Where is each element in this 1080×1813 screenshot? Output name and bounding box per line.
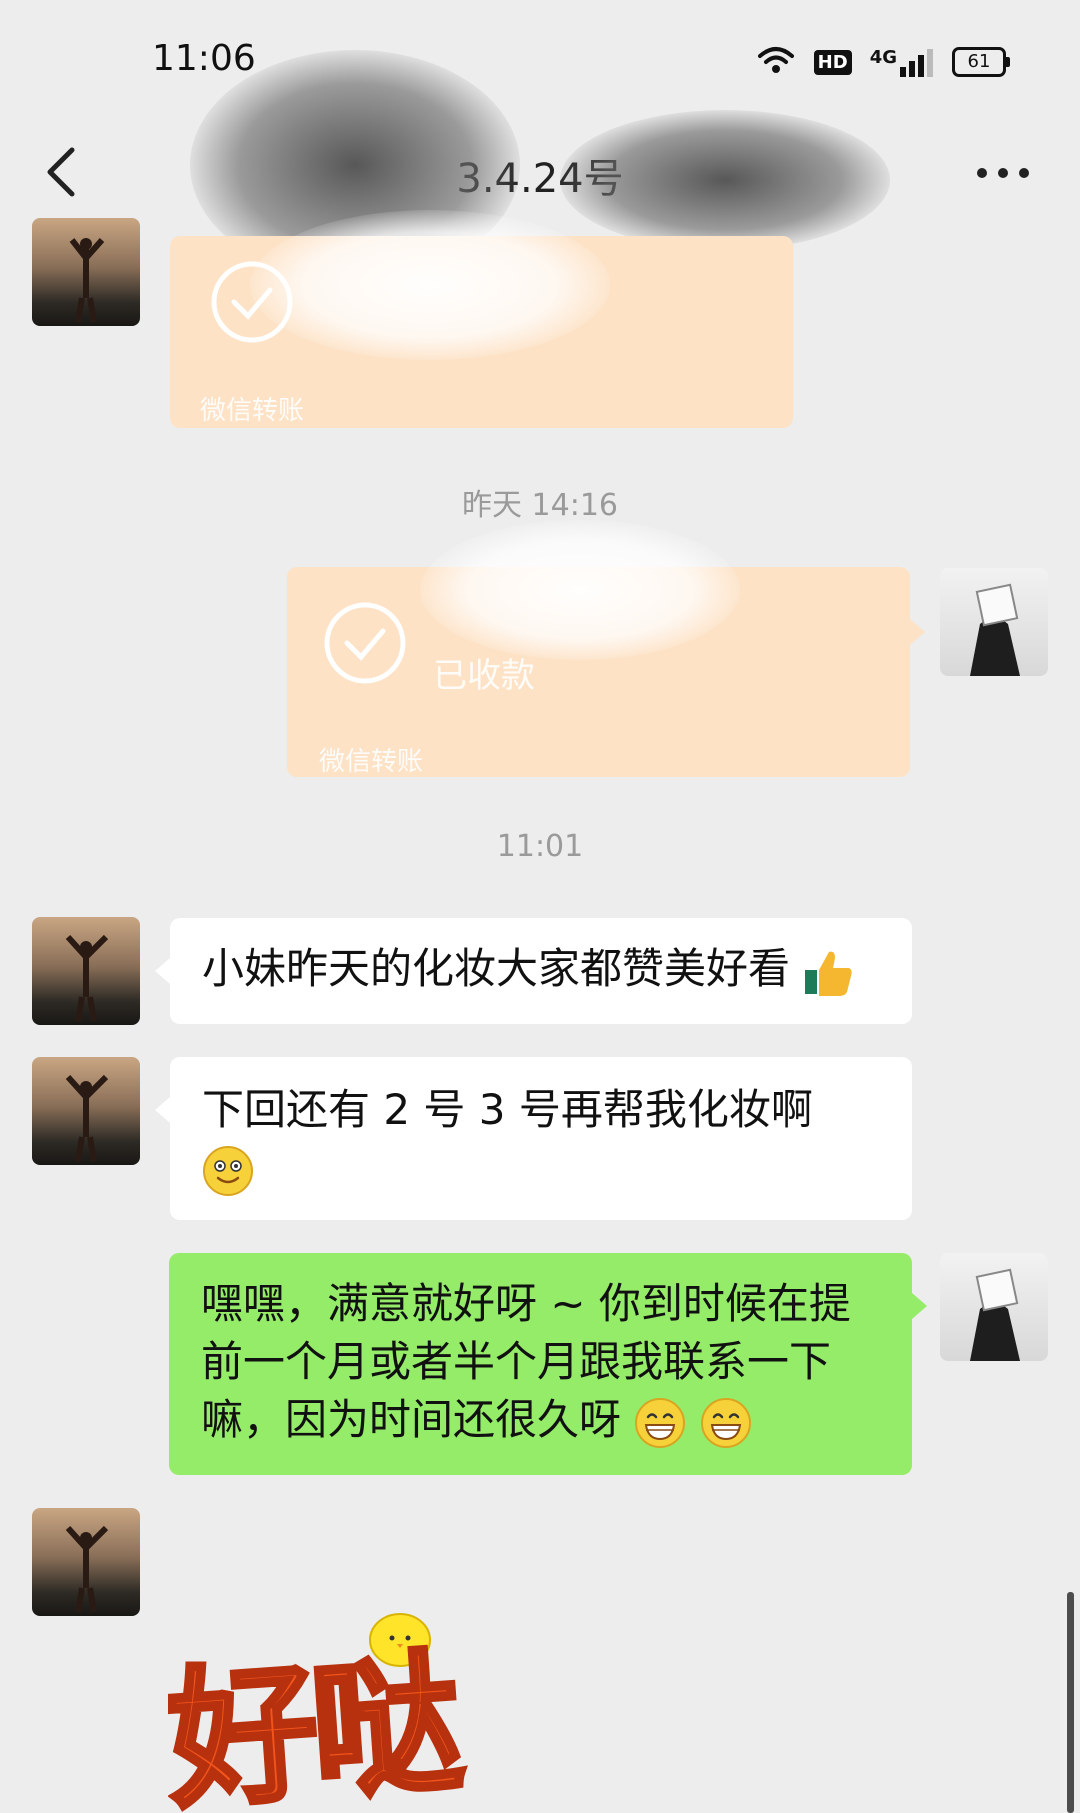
redaction-mark (560, 110, 890, 250)
timestamp: 11:01 (496, 829, 584, 864)
transfer-status: 已收款 (433, 656, 535, 696)
scrollbar[interactable] (1067, 1592, 1074, 1813)
status-icons: HD 4G 61 (756, 44, 1010, 80)
sticker-text: 好哒 (168, 1634, 464, 1813)
grin-face-icon (635, 1397, 686, 1448)
grin-face-icon (700, 1397, 751, 1448)
contact-avatar[interactable] (32, 917, 140, 1025)
message-bubble[interactable]: 下回还有 2 号 3 号再帮我化妆啊 (155, 1057, 912, 1220)
battery-level: 61 (952, 47, 1006, 77)
signal-icon: 4G (870, 47, 934, 77)
self-avatar[interactable] (940, 1253, 1048, 1361)
transfer-footer: 微信转账 (319, 747, 424, 777)
transfer-footer: 微信转账 (200, 396, 305, 426)
hd-badge: HD (813, 49, 852, 75)
contact-avatar[interactable] (32, 1508, 140, 1616)
battery-icon: 61 (952, 47, 1010, 77)
message-text: 小妹昨天的化妆大家都赞美好看 (202, 944, 791, 993)
chat-header: 3.4.24号 (0, 50, 1080, 280)
redaction-mark (250, 210, 610, 360)
more-button[interactable] (968, 148, 1038, 198)
status-bar: 11:06 HD 4G 61 (0, 0, 1080, 120)
redaction-mark (420, 520, 740, 660)
contact-avatar[interactable] (32, 1057, 140, 1165)
message-bubble[interactable]: 嘿嘿，满意就好呀 ~ 你到时候在提前一个月或者半个月跟我联系一下嘛，因为时间还很… (169, 1253, 927, 1475)
contact-avatar[interactable] (32, 218, 140, 326)
wifi-icon (756, 44, 796, 80)
status-time: 11:06 (152, 38, 256, 79)
network-label: 4G (869, 47, 897, 68)
chat-title: 3.4.24号 (456, 156, 624, 202)
timestamp: 昨天 14:16 (462, 488, 618, 523)
message-text: 嘿嘿，满意就好呀 ~ 你到时候在提前一个月或者半个月跟我联系一下嘛，因为时间还很… (201, 1279, 851, 1444)
self-avatar[interactable] (940, 568, 1048, 676)
smile-face-icon (203, 1145, 253, 1196)
message-text: 下回还有 2 号 3 号再帮我化妆啊 (202, 1085, 813, 1134)
sticker[interactable]: 好哒 (168, 1608, 508, 1813)
check-circle-icon (324, 602, 406, 684)
thumbs-up-icon (805, 951, 853, 996)
more-dots-icon (977, 168, 1029, 178)
message-bubble[interactable]: 小妹昨天的化妆大家都赞美好看 (155, 918, 912, 1024)
